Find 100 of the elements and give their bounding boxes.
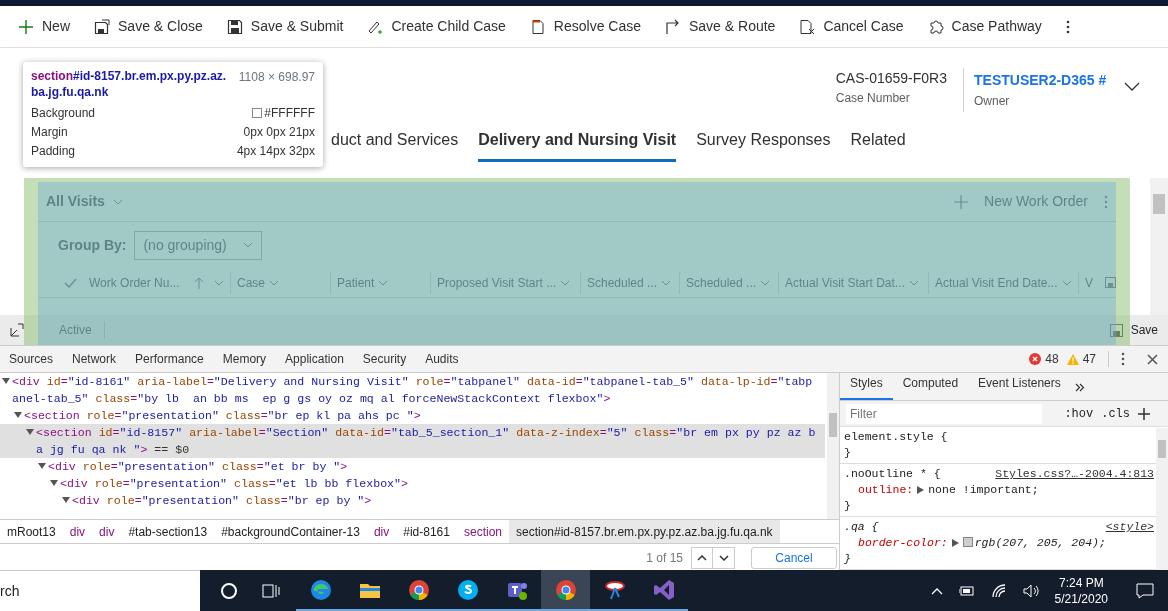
devtools-tab[interactable]: Audits bbox=[416, 346, 469, 372]
close-icon bbox=[1147, 353, 1158, 365]
next-button[interactable] bbox=[713, 546, 735, 569]
expand-button[interactable] bbox=[1124, 82, 1140, 92]
route-icon bbox=[665, 18, 681, 35]
hover-state-button[interactable]: :hov bbox=[1064, 404, 1094, 423]
styles-tab[interactable]: Computed bbox=[892, 374, 969, 400]
match-count: 1 of 15 bbox=[646, 549, 683, 567]
taskbar-search-field[interactable]: rch bbox=[0, 570, 200, 611]
form-tab[interactable]: duct and Services bbox=[331, 128, 459, 162]
code-line[interactable]: <section role="presentation" class="br ep kl pa ahs pc "> bbox=[0, 407, 825, 424]
plus-icon bbox=[954, 194, 968, 209]
code-line[interactable]: <div role="presentation" class="br ep by "> bbox=[0, 492, 825, 509]
plus-icon bbox=[1138, 407, 1150, 420]
css-property: border-color: bbox=[858, 536, 948, 549]
chevron-down-icon bbox=[661, 279, 672, 286]
css-value: none !important; bbox=[928, 483, 1039, 496]
property-label: Margin bbox=[31, 124, 68, 141]
command-button[interactable]: Resolve Case bbox=[519, 6, 651, 47]
chevron-down-icon bbox=[760, 279, 771, 286]
document-cancel-icon bbox=[799, 18, 816, 35]
cortana-button[interactable] bbox=[220, 581, 238, 600]
double-chevron-icon bbox=[1074, 383, 1085, 392]
chevron-down-icon bbox=[214, 279, 224, 286]
breadcrumb[interactable]: div bbox=[92, 520, 122, 543]
task-view-button[interactable] bbox=[262, 582, 280, 599]
status-text: Active bbox=[59, 321, 105, 339]
app-icon bbox=[308, 577, 333, 602]
breadcrumb[interactable]: div bbox=[366, 520, 397, 543]
closing-brace: } bbox=[844, 498, 851, 514]
color-swatch bbox=[962, 537, 973, 547]
code-line[interactable]: <div role="presentation" class="et br by "> bbox=[0, 458, 825, 475]
breadcrumb[interactable]: div bbox=[62, 520, 93, 543]
devtools-tab[interactable]: Security bbox=[353, 346, 417, 372]
save-icon bbox=[1109, 323, 1123, 337]
error-count: 48 bbox=[1045, 351, 1059, 368]
app-icon bbox=[651, 577, 676, 602]
command-button[interactable]: Cancel Case bbox=[789, 6, 914, 47]
case-number: CAS-01659-F0R3 bbox=[835, 69, 947, 88]
save-button[interactable]: Save bbox=[1109, 321, 1158, 339]
owner-link[interactable]: TESTUSER2-D365 # bbox=[974, 72, 1107, 88]
command-button[interactable]: Create Child Case bbox=[357, 6, 516, 47]
command-button[interactable]: Save & Close bbox=[84, 6, 213, 47]
chevron-down-icon bbox=[560, 279, 571, 286]
expand-triangle-icon bbox=[951, 538, 959, 547]
styles-tab[interactable]: Event Listeners bbox=[968, 374, 1071, 400]
checkmark-icon bbox=[64, 277, 77, 288]
breadcrumb[interactable]: mRoot13 bbox=[0, 520, 63, 543]
breadcrumb[interactable]: section bbox=[456, 520, 509, 543]
source-link[interactable]: Styles.css?…-2004.4:813 bbox=[995, 466, 1154, 482]
devtools-tab[interactable]: Performance bbox=[126, 346, 214, 372]
circle-icon bbox=[220, 581, 238, 600]
expand-triangle-icon bbox=[917, 485, 925, 494]
new-rule-button[interactable] bbox=[1138, 407, 1150, 420]
form-tab[interactable]: Related bbox=[850, 128, 906, 162]
class-toggle-button[interactable]: .cls bbox=[1101, 404, 1130, 423]
devtools-tab[interactable]: Network bbox=[63, 346, 127, 372]
chevron-down-icon bbox=[1061, 279, 1072, 286]
sort-ascending-icon bbox=[194, 276, 204, 289]
filter-field[interactable]: Filter bbox=[846, 403, 1042, 424]
cancel-button[interactable]: Cancel bbox=[751, 546, 837, 569]
form-tab[interactable]: Delivery and Nursing Visit bbox=[478, 128, 677, 162]
chevron-down-icon bbox=[269, 279, 279, 286]
devtools-tab[interactable]: Sources bbox=[0, 346, 64, 372]
task-view-icon bbox=[262, 582, 280, 599]
form-tab[interactable]: Survey Responses bbox=[696, 128, 831, 162]
chevron-up-icon bbox=[930, 586, 943, 595]
code-line[interactable]: <div id="id-8161" aria-label="Delivery and Nursing Visit" role="tabpanel" data-id="tabpanel-tab_5" data-lp-id="tabpanel-tab_5" class="by lb an bb ms ep g gs oy oz mq al forceNewStackContext flexbox"> bbox=[0, 373, 825, 407]
close-button[interactable] bbox=[1147, 353, 1158, 365]
chevron-up-icon bbox=[697, 554, 707, 561]
breadcrumb[interactable]: #id-8161 bbox=[396, 520, 457, 543]
devtools-tab[interactable]: Application bbox=[276, 346, 354, 372]
command-button[interactable]: Save & Route bbox=[655, 6, 786, 47]
devtools-tab[interactable]: Memory bbox=[213, 346, 277, 372]
element-selector: section#id-8157.br.em.px.py.pz.az.ba.jg.fu.qa.nk bbox=[31, 68, 228, 100]
app-icon bbox=[455, 577, 480, 602]
code-line[interactable]: <div role="presentation" class="et lb bb flexbox"> bbox=[0, 475, 825, 492]
app-icon bbox=[406, 577, 431, 602]
group-by-label: Group By: bbox=[58, 235, 127, 255]
source-link[interactable]: <style> bbox=[1105, 519, 1154, 535]
breadcrumb[interactable]: section#id-8157.br.em.px.py.pz.az.ba.jg.fu.qa.nk bbox=[509, 520, 780, 543]
chevron-down-icon bbox=[378, 279, 389, 286]
command-button[interactable]: Save & Submit bbox=[216, 6, 354, 47]
more-button[interactable] bbox=[1121, 352, 1125, 366]
more-icon bbox=[1065, 18, 1070, 35]
more-tabs-button[interactable] bbox=[1074, 383, 1085, 392]
expand-icon bbox=[10, 323, 24, 337]
previous-button[interactable] bbox=[691, 546, 713, 569]
chevron-down-icon bbox=[112, 198, 123, 205]
css-value: rgb(207, 205, 204); bbox=[974, 536, 1106, 549]
breadcrumb[interactable]: #tab-section13 bbox=[121, 520, 215, 543]
clock-date: 5/21/2020 bbox=[1054, 590, 1108, 607]
warning-count: 47 bbox=[1082, 351, 1096, 368]
command-button[interactable]: New bbox=[8, 6, 80, 47]
breadcrumb[interactable]: #backgroundContainer-13 bbox=[214, 520, 367, 543]
property-value: 0px 0px 21px bbox=[243, 125, 315, 139]
command-button[interactable]: Case Pathway bbox=[917, 6, 1052, 47]
clock-time: 7:24 PM bbox=[1057, 574, 1105, 591]
field-label: Owner bbox=[974, 93, 1011, 110]
wifi-icon bbox=[990, 583, 1007, 598]
